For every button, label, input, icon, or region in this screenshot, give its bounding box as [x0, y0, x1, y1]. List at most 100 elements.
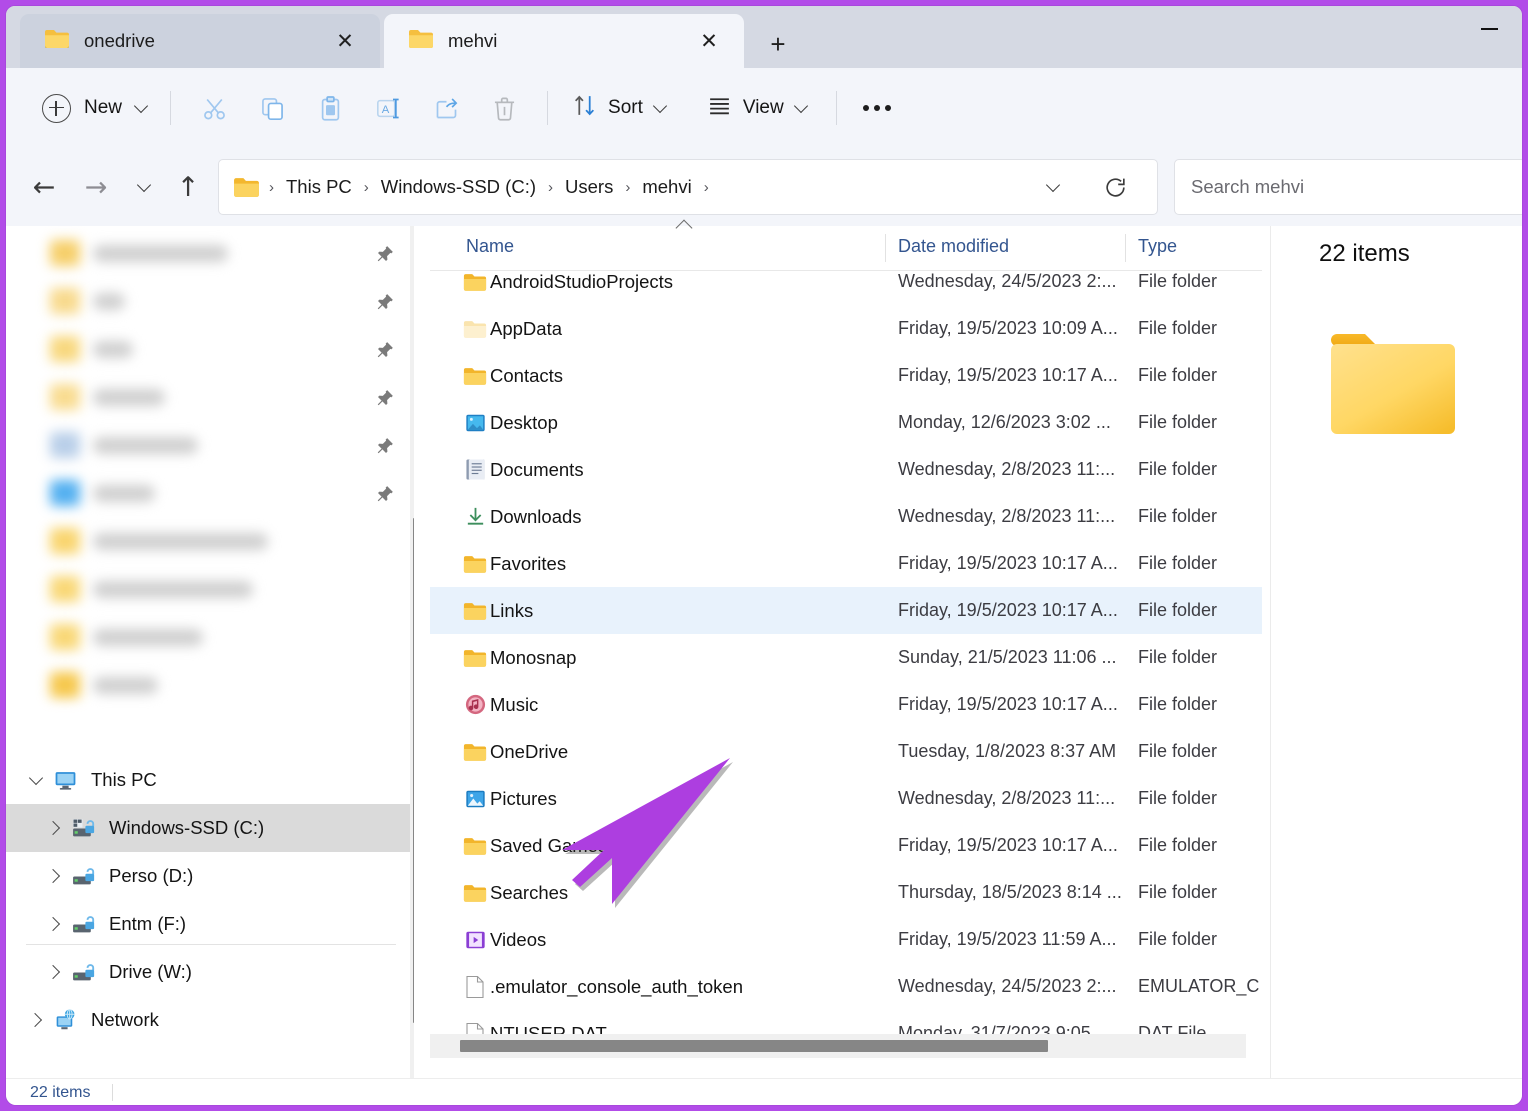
onedrive-icon: [50, 480, 80, 506]
list-item[interactable]: [50, 480, 155, 506]
breadcrumb-windows-ssd[interactable]: Windows-SSD (C:): [378, 172, 539, 202]
sidebar-item-network[interactable]: Network: [6, 996, 412, 1044]
table-row[interactable]: OneDrive Tuesday, 1/8/2023 8:37 AM File …: [430, 728, 1262, 775]
sidebar-item-label: Windows-SSD (C:): [109, 817, 265, 838]
sidebar-scrollbar[interactable]: [410, 226, 414, 1078]
list-item[interactable]: [50, 384, 165, 410]
table-row[interactable]: Pictures Wednesday, 2/8/2023 11:... File…: [430, 775, 1262, 822]
list-item[interactable]: [50, 240, 228, 266]
column-header-type[interactable]: Type: [1138, 236, 1177, 257]
table-row[interactable]: Music Friday, 19/5/2023 10:17 A... File …: [430, 681, 1262, 728]
expand-toggle[interactable]: [22, 766, 50, 794]
address-dropdown-button[interactable]: [1035, 169, 1071, 205]
list-item[interactable]: [50, 288, 125, 314]
cut-icon[interactable]: [189, 85, 239, 131]
refresh-button[interactable]: [1097, 169, 1133, 205]
pin-icon[interactable]: [372, 241, 398, 267]
file-date: Friday, 19/5/2023 11:59 A...: [898, 929, 1117, 949]
column-header-name[interactable]: Name: [466, 236, 514, 257]
column-header-date-modified[interactable]: Date modified: [898, 236, 1009, 257]
list-item[interactable]: [50, 672, 158, 698]
file-date: Friday, 19/5/2023 10:17 A...: [898, 835, 1118, 855]
table-row[interactable]: Searches Thursday, 18/5/2023 8:14 ... Fi…: [430, 869, 1262, 916]
table-row[interactable]: Desktop Monday, 12/6/2023 3:02 ... File …: [430, 399, 1262, 446]
search-input[interactable]: [1189, 175, 1493, 199]
table-row[interactable]: Contacts Friday, 19/5/2023 10:17 A... Fi…: [430, 352, 1262, 399]
folder-large-icon: [1329, 330, 1457, 443]
pin-icon[interactable]: [372, 385, 398, 411]
list-item[interactable]: [50, 576, 253, 602]
table-row[interactable]: Links Friday, 19/5/2023 10:17 A... File …: [430, 587, 1262, 634]
sidebar-item-this-pc[interactable]: This PC: [6, 756, 412, 804]
redacted-label: [93, 628, 203, 646]
table-row[interactable]: Downloads Wednesday, 2/8/2023 11:... Fil…: [430, 493, 1262, 540]
close-icon[interactable]: ✕: [696, 28, 722, 54]
sidebar-scrollbar-thumb[interactable]: [413, 518, 414, 1023]
breadcrumb-separator: ›: [269, 178, 274, 196]
pin-icon[interactable]: [372, 289, 398, 315]
expand-toggle[interactable]: [40, 958, 68, 986]
list-item[interactable]: [50, 336, 133, 362]
file-list-horizontal-scrollbar[interactable]: [430, 1034, 1246, 1058]
expand-toggle[interactable]: [40, 862, 68, 890]
expand-toggle[interactable]: [40, 814, 68, 842]
see-more-button[interactable]: [851, 86, 903, 130]
minimize-button[interactable]: [1466, 12, 1512, 46]
table-row[interactable]: Documents Wednesday, 2/8/2023 11:... Fil…: [430, 446, 1262, 493]
tab-mehvi[interactable]: mehvi ✕: [384, 14, 744, 68]
copy-icon[interactable]: [247, 85, 297, 131]
file-date: Tuesday, 1/8/2023 8:37 AM: [898, 741, 1117, 761]
search-box[interactable]: [1174, 159, 1522, 215]
tab-onedrive[interactable]: onedrive ✕: [20, 14, 380, 68]
folder-icon: [50, 336, 80, 362]
close-icon[interactable]: ✕: [332, 28, 358, 54]
table-row[interactable]: Monosnap Sunday, 21/5/2023 11:06 ... Fil…: [430, 634, 1262, 681]
redacted-label: [93, 292, 125, 310]
recent-locations-button[interactable]: [122, 165, 166, 209]
table-row[interactable]: AppData Friday, 19/5/2023 10:09 A... Fil…: [430, 305, 1262, 352]
delete-icon[interactable]: [479, 85, 529, 131]
list-item[interactable]: [50, 624, 203, 650]
forward-button[interactable]: →: [74, 165, 118, 209]
chevron-down-icon: [652, 98, 667, 114]
drive-icon: [68, 816, 98, 841]
file-name: OneDrive: [490, 740, 569, 762]
share-icon[interactable]: [421, 85, 471, 131]
list-item[interactable]: [50, 528, 268, 554]
rename-icon[interactable]: A: [363, 85, 413, 131]
address-bar[interactable]: › This PC › Windows-SSD (C:) › Users › m…: [218, 159, 1158, 215]
sidebar-item-drive-w[interactable]: Drive (W:): [6, 948, 412, 996]
table-row[interactable]: .emulator_console_auth_token Wednesday, …: [430, 963, 1262, 1010]
new-tab-button[interactable]: +: [758, 28, 798, 60]
view-button[interactable]: View: [697, 86, 816, 130]
back-button[interactable]: ←: [22, 165, 66, 209]
folder-icon: [462, 742, 488, 762]
table-row[interactable]: Favorites Friday, 19/5/2023 10:17 A... F…: [430, 540, 1262, 587]
up-button[interactable]: ↑: [166, 165, 210, 209]
chevron-down-icon: [1045, 177, 1061, 192]
pin-icon[interactable]: [372, 433, 398, 459]
file-name: Videos: [490, 928, 547, 950]
breadcrumb-users[interactable]: Users: [562, 172, 616, 202]
new-button[interactable]: New: [32, 86, 156, 130]
sidebar-item-entm[interactable]: Entm (F:): [6, 900, 412, 948]
sidebar-item-windows-ssd[interactable]: Windows-SSD (C:): [6, 804, 412, 852]
file-date: Friday, 19/5/2023 10:17 A...: [898, 694, 1118, 714]
expand-toggle[interactable]: [22, 1006, 50, 1034]
expand-toggle[interactable]: [40, 910, 68, 938]
view-icon: [707, 93, 732, 123]
toolbar-divider: [170, 91, 172, 125]
table-row[interactable]: AndroidStudioProjects Wednesday, 24/5/20…: [430, 258, 1262, 305]
sort-button[interactable]: Sort: [562, 86, 675, 130]
table-row[interactable]: Saved Games Friday, 19/5/2023 10:17 A...…: [430, 822, 1262, 869]
sidebar-item-perso[interactable]: Perso (D:): [6, 852, 412, 900]
table-row[interactable]: Videos Friday, 19/5/2023 11:59 A... File…: [430, 916, 1262, 963]
file-list-horizontal-scrollbar-thumb[interactable]: [460, 1040, 1048, 1052]
paste-icon[interactable]: [305, 85, 355, 131]
breadcrumb-this-pc[interactable]: This PC: [283, 172, 355, 202]
file-type: File folder: [1138, 647, 1218, 667]
pin-icon[interactable]: [372, 337, 398, 363]
pin-icon[interactable]: [372, 481, 398, 507]
list-item[interactable]: [50, 432, 198, 458]
breadcrumb-mehvi[interactable]: mehvi: [639, 172, 694, 202]
